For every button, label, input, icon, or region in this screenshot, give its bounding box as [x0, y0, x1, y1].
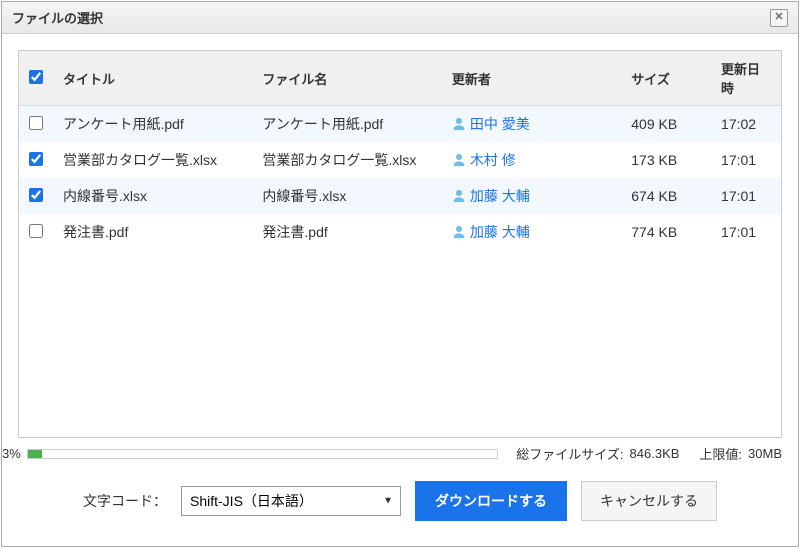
- user-link[interactable]: 木村 修: [452, 150, 516, 170]
- user-link[interactable]: 加藤 大輔: [452, 186, 530, 206]
- titlebar: ファイルの選択 ✕: [2, 2, 798, 34]
- cell-date: 17:01: [711, 142, 781, 178]
- row-checkbox[interactable]: [29, 224, 43, 238]
- total-size-value: 846.3KB: [630, 446, 680, 461]
- cell-date: 17:01: [711, 178, 781, 214]
- cell-filename: 営業部カタログ一覧.xlsx: [252, 142, 441, 178]
- user-name: 木村 修: [470, 150, 516, 170]
- progress-bar: [27, 449, 499, 459]
- user-name: 田中 愛美: [470, 114, 530, 134]
- select-all-checkbox[interactable]: [29, 70, 43, 84]
- cell-size: 173 KB: [621, 142, 711, 178]
- table-row[interactable]: 発注書.pdf発注書.pdf 加藤 大輔 774 KB17:01: [19, 214, 781, 250]
- cell-date: 17:02: [711, 106, 781, 143]
- close-icon: ✕: [774, 11, 783, 23]
- table-row[interactable]: アンケート用紙.pdfアンケート用紙.pdf 田中 愛美 409 KB17:02: [19, 106, 781, 143]
- cell-size: 674 KB: [621, 178, 711, 214]
- encoding-label: 文字コード：: [83, 491, 167, 511]
- cell-date: 17:01: [711, 214, 781, 250]
- progress-fill: [28, 450, 42, 458]
- user-icon: [452, 117, 466, 131]
- table-container: タイトル ファイル名 更新者 サイズ 更新日時 アンケート用紙.pdfアンケート…: [18, 50, 782, 438]
- header-size[interactable]: サイズ: [621, 51, 711, 106]
- progress-percent: 3%: [2, 446, 21, 461]
- user-link[interactable]: 加藤 大輔: [452, 222, 530, 242]
- dialog-title: ファイルの選択: [12, 8, 103, 27]
- user-icon: [452, 153, 466, 167]
- limit-label: 上限値:: [699, 444, 742, 463]
- header-filename[interactable]: ファイル名: [252, 51, 441, 106]
- header-title[interactable]: タイトル: [53, 51, 252, 106]
- user-name: 加藤 大輔: [470, 222, 530, 242]
- cancel-button[interactable]: キャンセルする: [581, 481, 717, 521]
- download-button[interactable]: ダウンロードする: [415, 481, 567, 521]
- total-size-label: 総ファイルサイズ:: [516, 444, 623, 463]
- user-link[interactable]: 田中 愛美: [452, 114, 530, 134]
- user-icon: [452, 189, 466, 203]
- user-name: 加藤 大輔: [470, 186, 530, 206]
- cell-title: 内線番号.xlsx: [53, 178, 252, 214]
- header-user[interactable]: 更新者: [442, 51, 621, 106]
- file-select-dialog: ファイルの選択 ✕ タイトル ファイル名 更新者 サイズ 更新日時: [1, 1, 799, 547]
- row-checkbox[interactable]: [29, 188, 43, 202]
- cell-title: 発注書.pdf: [53, 214, 252, 250]
- table-row[interactable]: 営業部カタログ一覧.xlsx営業部カタログ一覧.xlsx 木村 修 173 KB17…: [19, 142, 781, 178]
- header-date[interactable]: 更新日時: [711, 51, 781, 106]
- cell-title: 営業部カタログ一覧.xlsx: [53, 142, 252, 178]
- footer: 文字コード： Shift-JIS（日本語） ▼ ダウンロードする キャンセルする: [2, 463, 798, 537]
- header-row: タイトル ファイル名 更新者 サイズ 更新日時: [19, 51, 781, 106]
- user-icon: [452, 225, 466, 239]
- cell-filename: 発注書.pdf: [252, 214, 441, 250]
- file-table: タイトル ファイル名 更新者 サイズ 更新日時 アンケート用紙.pdfアンケート…: [19, 51, 781, 250]
- encoding-select-wrap: Shift-JIS（日本語） ▼: [181, 486, 401, 516]
- cell-size: 774 KB: [621, 214, 711, 250]
- close-button[interactable]: ✕: [770, 9, 788, 27]
- encoding-select[interactable]: Shift-JIS（日本語）: [181, 486, 401, 516]
- table-body: アンケート用紙.pdfアンケート用紙.pdf田中 愛美409 KB17:02営業…: [19, 106, 781, 251]
- header-checkbox-cell: [19, 51, 53, 106]
- cell-title: アンケート用紙.pdf: [53, 106, 252, 143]
- status-bar: 3% 総ファイルサイズ: 846.3KB 上限値: 30MB: [2, 438, 798, 463]
- table-row[interactable]: 内線番号.xlsx内線番号.xlsx 加藤 大輔 674 KB17:01: [19, 178, 781, 214]
- row-checkbox[interactable]: [29, 116, 43, 130]
- cell-filename: アンケート用紙.pdf: [252, 106, 441, 143]
- cell-filename: 内線番号.xlsx: [252, 178, 441, 214]
- cell-size: 409 KB: [621, 106, 711, 143]
- row-checkbox[interactable]: [29, 152, 43, 166]
- limit-value: 30MB: [748, 446, 782, 461]
- content-area: タイトル ファイル名 更新者 サイズ 更新日時 アンケート用紙.pdfアンケート…: [2, 34, 798, 438]
